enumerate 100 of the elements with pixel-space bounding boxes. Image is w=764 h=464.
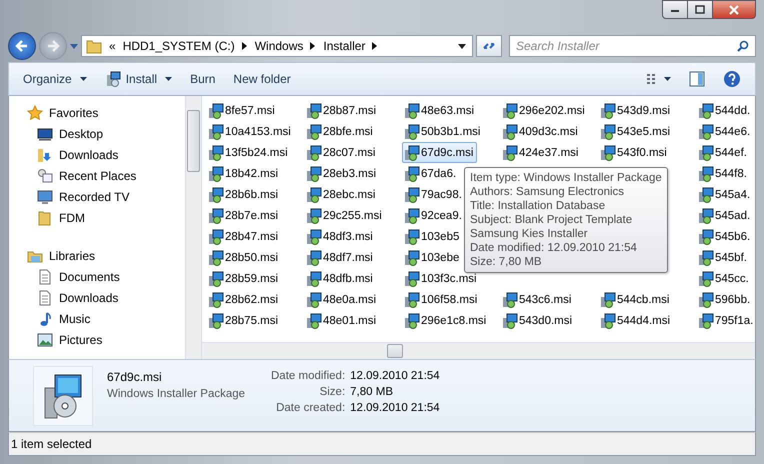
file-item[interactable]: 48e01.msi <box>304 310 380 331</box>
file-item[interactable]: 545b6. <box>696 226 754 247</box>
installer-icon <box>208 270 224 286</box>
file-item[interactable]: 543c6.msi <box>500 289 576 310</box>
file-item[interactable]: 544cb.msi <box>598 289 674 310</box>
file-item[interactable]: 103ebe <box>402 247 464 268</box>
caret-icon[interactable] <box>458 44 466 48</box>
file-item[interactable]: 67da6. <box>402 163 460 184</box>
scrollbar[interactable] <box>185 96 201 359</box>
file-item[interactable]: 596bb. <box>696 289 754 310</box>
nav-item[interactable]: Pictures <box>9 329 102 350</box>
file-item[interactable]: 13f5b24.msi <box>206 142 292 163</box>
nav-group[interactable]: Favorites <box>9 102 98 123</box>
installer-icon <box>208 312 224 328</box>
file-item[interactable]: 28b7e.msi <box>206 205 282 226</box>
toolbar-button[interactable]: Install <box>96 67 180 91</box>
nav-item[interactable]: Desktop <box>9 123 104 144</box>
nav-group[interactable]: Libraries <box>9 245 96 266</box>
file-item[interactable]: 28b87.msi <box>304 100 380 121</box>
nav-item[interactable]: Downloads <box>9 144 118 165</box>
installer-icon <box>208 208 224 224</box>
folder-icon <box>86 38 102 54</box>
file-item[interactable]: 48dfb.msi <box>304 268 377 289</box>
overflow-chevron[interactable]: « <box>109 39 116 53</box>
arrow-left-icon <box>15 39 29 53</box>
close-button[interactable] <box>712 0 756 19</box>
file-item[interactable]: 79ac98. <box>402 184 466 205</box>
file-item[interactable]: 28b50.msi <box>206 247 282 268</box>
file-item[interactable]: 29c255.msi <box>304 205 386 226</box>
breadcrumb[interactable]: Installer <box>323 39 366 53</box>
file-item[interactable]: 50b3b1.msi <box>402 121 484 142</box>
file-item[interactable]: 543f0.msi <box>598 142 671 163</box>
file-item[interactable]: 67d9c.msi <box>402 142 478 163</box>
file-item[interactable]: 28bfe.msi <box>304 121 377 142</box>
chevron-icon[interactable] <box>310 42 316 50</box>
file-item[interactable]: 103eb5 <box>402 226 464 247</box>
address-bar[interactable]: « HDD1_SYSTEM (C:) Windows Installer <box>81 35 473 57</box>
installer-icon <box>306 228 322 244</box>
file-item[interactable]: 544dd. <box>696 100 754 121</box>
file-item[interactable]: 28eb3.msi <box>304 163 380 184</box>
nav-item[interactable]: FDM <box>9 207 85 228</box>
file-item[interactable]: 48e0a.msi <box>304 289 380 310</box>
file-item[interactable]: 103f3c.msi <box>402 268 481 289</box>
minimize-button[interactable] <box>662 0 688 19</box>
installer-icon <box>104 71 121 87</box>
chevron-icon[interactable] <box>242 42 248 50</box>
file-item[interactable]: 409d3c.msi <box>500 121 582 142</box>
installer-icon <box>208 186 224 202</box>
file-item[interactable]: 10a4153.msi <box>206 121 295 142</box>
file-item[interactable]: 424e37.msi <box>500 142 582 163</box>
file-item[interactable]: 545a4. <box>696 184 754 205</box>
installer-icon <box>502 312 518 328</box>
file-item[interactable]: 28b59.msi <box>206 268 282 289</box>
file-item[interactable]: 28b62.msi <box>206 289 282 310</box>
search-field[interactable]: Search Installer <box>509 35 756 57</box>
file-item[interactable]: 18b42.msi <box>206 163 282 184</box>
nav-item[interactable]: Music <box>9 308 90 329</box>
toolbar-button[interactable]: Burn <box>182 68 224 90</box>
file-item[interactable]: 545ad. <box>696 205 754 226</box>
file-item[interactable]: 545cc. <box>696 268 753 289</box>
file-item[interactable]: 543e5.msi <box>598 121 674 142</box>
file-item[interactable]: 8fe57.msi <box>206 100 279 121</box>
nav-item[interactable]: Downloads <box>9 287 118 308</box>
file-item[interactable]: 48e63.msi <box>402 100 478 121</box>
refresh-button[interactable] <box>476 35 502 57</box>
nav-item[interactable]: Recorded TV <box>9 186 130 207</box>
file-item[interactable]: 544f8. <box>696 163 751 184</box>
file-item[interactable]: 296e202.msi <box>500 100 589 121</box>
chevron-icon[interactable] <box>372 42 378 50</box>
scrollbar[interactable] <box>202 342 755 359</box>
file-item[interactable]: 28b75.msi <box>206 310 282 331</box>
file-item[interactable]: 544e6. <box>696 121 754 142</box>
nav-item[interactable]: Documents <box>9 266 120 287</box>
file-item[interactable]: 545bf. <box>696 247 751 268</box>
file-item[interactable]: 48df3.msi <box>304 226 377 247</box>
nav-item[interactable]: Recent Places <box>9 165 136 186</box>
file-item[interactable]: 92cea9. <box>402 205 466 226</box>
file-item[interactable]: 543d0.msi <box>500 310 576 331</box>
file-item[interactable]: 106f58.msi <box>402 289 482 310</box>
breadcrumb[interactable]: HDD1_SYSTEM (C:) <box>122 39 235 53</box>
view-grid-icon <box>646 73 656 85</box>
file-item[interactable]: 795f1a. <box>696 310 755 331</box>
maximize-button[interactable] <box>687 0 713 19</box>
file-item[interactable]: 296e1c8.msi <box>402 310 490 331</box>
toolbar-button[interactable]: Organize <box>15 68 95 90</box>
breadcrumb[interactable]: Windows <box>254 39 304 53</box>
file-item[interactable]: 543d9.msi <box>598 100 674 121</box>
file-item[interactable]: 48df7.msi <box>304 247 377 268</box>
property-label: Date modified: <box>271 370 346 382</box>
installer-icon <box>502 102 518 118</box>
toolbar-button[interactable]: New folder <box>225 68 299 90</box>
caret-icon <box>80 77 87 81</box>
back-button[interactable] <box>8 32 36 60</box>
file-item[interactable]: 28ebc.msi <box>304 184 380 205</box>
file-item[interactable]: 544d4.msi <box>598 310 674 331</box>
file-item[interactable]: 28b47.msi <box>206 226 282 247</box>
tooltip-line: Title: Installation Database <box>470 199 606 213</box>
file-item[interactable]: 544ef. <box>696 142 751 163</box>
file-item[interactable]: 28b6b.msi <box>206 184 282 205</box>
file-item[interactable]: 28c07.msi <box>304 142 380 163</box>
